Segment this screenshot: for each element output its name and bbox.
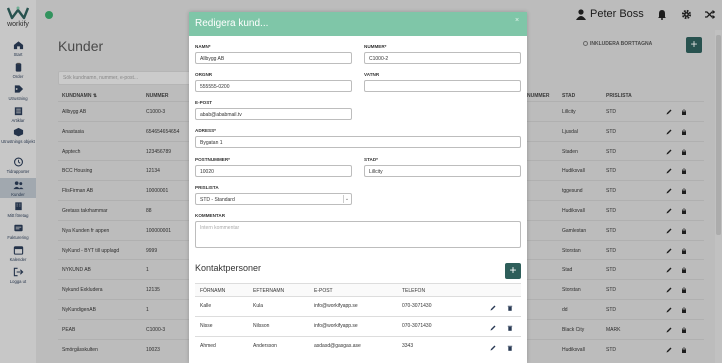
email-field[interactable]: abab@ababmail.tv (195, 108, 352, 120)
contact-cell-last: Andersson (253, 343, 277, 349)
contact-cell-phone: 070-3071430 (402, 323, 432, 329)
city-label: STAD* (364, 157, 378, 162)
address-label: ADRESS* (195, 128, 216, 133)
contact-row[interactable]: Ahmed Andersson asdasd@gasgas.ase 3343 (195, 336, 521, 356)
orgnr-label: ORGNR (195, 72, 213, 77)
contact-col-email: E-POST (314, 288, 333, 294)
contact-col-last: EFTERNAMN (253, 288, 285, 294)
name-field[interactable]: Allbygg AB (195, 52, 352, 64)
contact-cell-email: info@workifyapp.se (314, 323, 358, 329)
contact-cell-phone: 070-3071430 (402, 303, 432, 309)
name-label: NAMN* (195, 44, 211, 49)
trash-icon[interactable] (507, 325, 513, 331)
contact-cell-first: Nisse (200, 323, 213, 329)
contact-cell-email: info@workifyapp.se (314, 303, 358, 309)
chevron-down-icon: ⌄ (343, 195, 350, 203)
email-label: E-POST (195, 100, 213, 105)
number-label: NUMMER* (364, 44, 387, 49)
contact-cell-last: Nilsson (253, 323, 270, 329)
edit-icon[interactable] (490, 325, 496, 331)
contact-col-first: FÖRNAMN (200, 288, 226, 294)
comment-textarea[interactable]: Intern kommentar (195, 221, 521, 248)
modal-title: Redigera kund... (189, 12, 527, 36)
edit-customer-modal: Redigera kund... × NAMN* Allbygg AB NUMM… (189, 12, 527, 363)
contact-cell-first: Kalle (200, 303, 212, 309)
vatnr-label: VATNR (364, 72, 380, 77)
close-icon[interactable]: × (515, 17, 519, 24)
comment-label: KOMMENTAR (195, 213, 226, 218)
city-field[interactable]: Lillcity (364, 165, 521, 177)
address-field[interactable]: Bygatan 1 (195, 136, 521, 148)
pricelist-select[interactable]: STD - Standard ⌄ (195, 193, 352, 205)
contact-cell-phone: 3343 (402, 343, 414, 349)
contact-cell-first: Ahmed (200, 343, 216, 349)
contacts-table-header: FÖRNAMN EFTERNAMN E-POST TELEFON (195, 283, 521, 296)
contacts-title: Kontaktpersoner (195, 263, 262, 273)
edit-icon[interactable] (490, 305, 496, 311)
contact-row[interactable]: Nisse Nilsson info@workifyapp.se 070-307143… (195, 316, 521, 336)
contact-col-phone: TELEFON (402, 288, 426, 294)
vatnr-field[interactable] (364, 80, 521, 92)
trash-icon[interactable] (507, 305, 513, 311)
number-field[interactable]: C1000-2 (364, 52, 521, 64)
contact-cell-email: asdasd@gasgas.ase (314, 343, 361, 349)
contact-cell-last: Kula (253, 303, 264, 309)
contact-row[interactable]: Kalle Kula info@workifyapp.se 070-3071430 (195, 296, 521, 316)
add-contact-button[interactable]: + (505, 263, 521, 279)
orgnr-field[interactable]: 555555-0200 (195, 80, 352, 92)
edit-icon[interactable] (490, 345, 496, 351)
postal-code-field[interactable]: 10020 (195, 165, 352, 177)
pricelist-label: PRISLISTA (195, 185, 219, 190)
postal-code-label: POSTNUMMER* (195, 157, 230, 162)
pricelist-selected-value: STD - Standard (200, 196, 235, 203)
trash-icon[interactable] (507, 345, 513, 351)
